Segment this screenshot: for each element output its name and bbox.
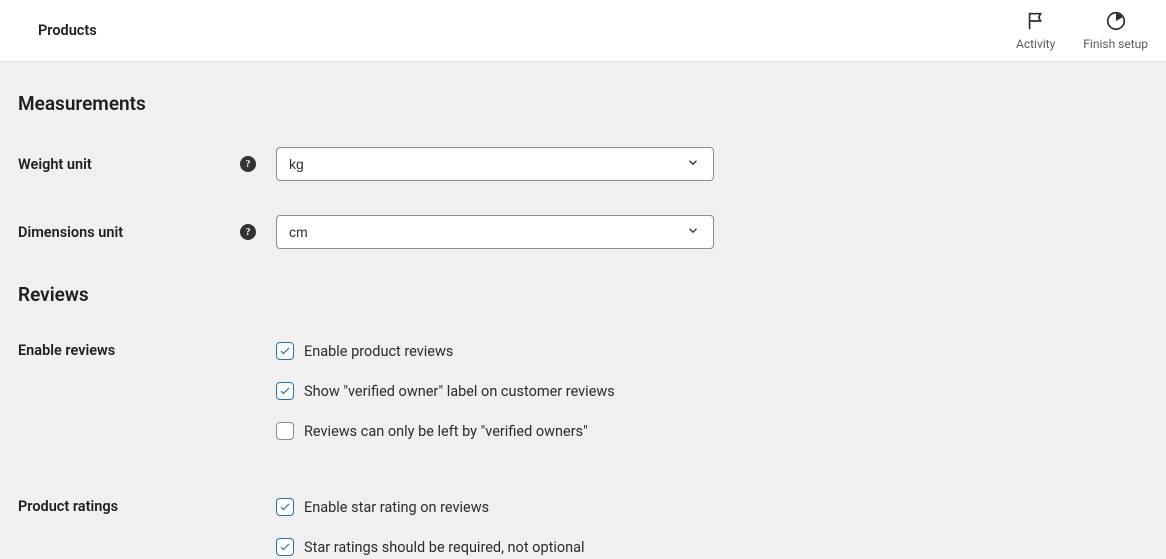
dimensions-unit-label-col: Dimensions unit ? [18,224,276,241]
product-ratings-label-col: Product ratings [18,498,276,515]
settings-content: Measurements Weight unit ? kg Dimensions… [0,62,1166,556]
verified-owners-only-option[interactable]: Reviews can only be left by "verified ow… [276,422,615,440]
checkbox-label: Enable product reviews [304,343,453,360]
checkbox[interactable] [276,382,294,400]
enable-reviews-label: Enable reviews [18,342,115,359]
checkbox[interactable] [276,498,294,516]
enable-reviews-control: Enable product reviews Show "verified ow… [276,342,615,440]
topbar: Products Activity Finish setup [0,0,1166,62]
weight-unit-control: kg [276,147,714,181]
help-icon[interactable]: ? [240,224,256,240]
help-icon[interactable]: ? [240,156,256,172]
flag-icon [1025,10,1047,35]
reviews-heading: Reviews [18,283,1148,306]
weight-unit-label: Weight unit [18,156,92,173]
checkbox-label: Show "verified owner" label on customer … [304,383,615,400]
measurements-heading: Measurements [18,92,1148,115]
weight-unit-select[interactable]: kg [276,147,714,181]
enable-reviews-label-col: Enable reviews [18,342,276,359]
show-verified-owner-option[interactable]: Show "verified owner" label on customer … [276,382,615,400]
dimensions-unit-select-wrap: cm [276,215,714,249]
product-ratings-label: Product ratings [18,498,118,515]
dimensions-unit-control: cm [276,215,714,249]
weight-unit-select-wrap: kg [276,147,714,181]
spacer [18,470,1148,498]
dimensions-unit-row: Dimensions unit ? cm [18,215,1148,249]
finish-setup-label: Finish setup [1083,37,1148,51]
page-title: Products [38,22,97,39]
checkbox-label: Enable star rating on reviews [304,499,489,516]
weight-unit-row: Weight unit ? kg [18,147,1148,181]
activity-label: Activity [1016,37,1055,51]
finish-setup-button[interactable]: Finish setup [1083,10,1148,51]
product-ratings-control: Enable star rating on reviews Star ratin… [276,498,585,556]
enable-product-reviews-option[interactable]: Enable product reviews [276,342,615,360]
checkbox[interactable] [276,538,294,556]
product-ratings-row: Product ratings Enable star rating on re… [18,498,1148,556]
weight-unit-label-col: Weight unit ? [18,156,276,173]
enable-reviews-options: Enable product reviews Show "verified ow… [276,342,615,440]
star-ratings-required-option[interactable]: Star ratings should be required, not opt… [276,538,585,556]
topbar-actions: Activity Finish setup [1016,10,1148,51]
enable-star-rating-option[interactable]: Enable star rating on reviews [276,498,585,516]
activity-button[interactable]: Activity [1016,10,1055,51]
checkbox-label: Reviews can only be left by "verified ow… [304,423,588,440]
dimensions-unit-select[interactable]: cm [276,215,714,249]
checkbox[interactable] [276,342,294,360]
checkbox-label: Star ratings should be required, not opt… [304,539,585,556]
product-ratings-options: Enable star rating on reviews Star ratin… [276,498,585,556]
dimensions-unit-label: Dimensions unit [18,224,123,241]
checkbox[interactable] [276,422,294,440]
clock-progress-icon [1105,10,1127,35]
enable-reviews-row: Enable reviews Enable product reviews Sh… [18,342,1148,440]
